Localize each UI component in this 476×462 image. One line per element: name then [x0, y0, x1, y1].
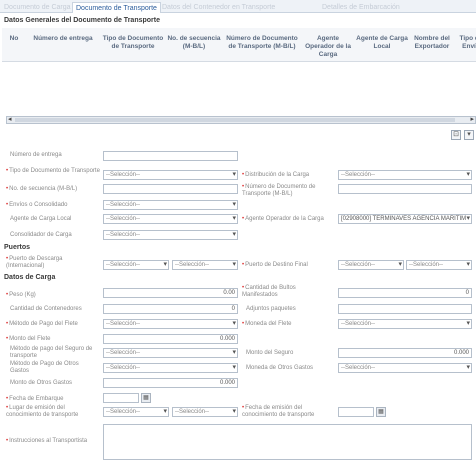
label-fecha-embarque: •Fecha de Embarque: [6, 396, 64, 402]
lugar-emision-select[interactable]: --Selección--: [172, 407, 238, 417]
numero-entrega-input[interactable]: [103, 151, 238, 161]
carga-title: Datos de Carga: [4, 274, 56, 281]
grid-header: No Número de entrega Tipo de Documento d…: [2, 28, 476, 62]
peso-input[interactable]: 0.00: [103, 288, 238, 298]
puerto-descarga-select[interactable]: --Selección--: [172, 260, 238, 270]
label-otros-gastos: Método de Pago de Otros Gastos: [10, 361, 79, 374]
lugar-emision-pais-select[interactable]: --Selección--: [103, 407, 169, 417]
label-fecha-emision: •Fecha de emisión del conocimiento de tr…: [242, 405, 315, 418]
label-distribucion: •Distribución de la Carga: [242, 172, 310, 178]
label-contenedores: Cantidad de Contenedores: [10, 306, 82, 312]
tab-contenedor-transporte[interactable]: Datos del Contenedor en Transporte: [162, 2, 275, 13]
bultos-input[interactable]: 0: [338, 288, 472, 298]
label-tipo-documento: •Tipo de Documento de Transporte: [6, 168, 100, 174]
puerto-descarga-pais-select[interactable]: --Selección--: [103, 260, 169, 270]
label-numero-documento: •Número de Documento de Transporte (M-B/…: [242, 184, 316, 197]
label-consolidador: Consolidador de Carga: [10, 232, 72, 238]
label-adjuntos: Adjuntos paquetes: [246, 306, 296, 312]
col-tipo-envio: Tipo de Envío: [459, 35, 476, 50]
secuencia-input[interactable]: [103, 184, 238, 194]
tab-detalles-embarcacion[interactable]: Detalles de Embarcación: [322, 2, 400, 13]
col-agente-local: Agente de Carga Local: [356, 35, 408, 50]
scroll-thumb[interactable]: [15, 118, 455, 122]
consolidador-select[interactable]: --Selección--: [103, 230, 238, 240]
label-lugar-emision: •Lugar de emisión del conocimiento de tr…: [6, 405, 79, 418]
label-moneda-otros: Moneda de Otros Gastos: [246, 365, 314, 371]
adjuntos-input[interactable]: [338, 304, 472, 314]
puerto-destino-pais-select[interactable]: --Selección--: [338, 260, 404, 270]
col-tipo-documento: Tipo de Documento de Transporte: [102, 35, 164, 50]
numero-documento-input[interactable]: [338, 184, 472, 194]
moneda-flete-select[interactable]: --Selección--: [338, 319, 472, 329]
fecha-embarque-input[interactable]: [103, 393, 139, 403]
scroll-left-icon[interactable]: ◂: [8, 116, 12, 124]
label-instrucciones: •Instrucciones al Transportista: [6, 438, 88, 444]
col-numero-documento: Número de Documento de Transporte (M-B/L…: [226, 35, 298, 50]
moneda-otros-select[interactable]: --Selección--: [338, 363, 472, 373]
puerto-destino-select[interactable]: --Selección--: [406, 260, 472, 270]
label-agente-operador: •Agente Operador de la Carga: [242, 216, 324, 222]
label-agente-local: Agente de Carga Local: [10, 216, 72, 222]
instrucciones-textarea[interactable]: [103, 424, 472, 460]
label-metodo-flete: •Método de Pago del Flete: [6, 321, 78, 327]
label-monto-flete: •Monto del Flete: [6, 336, 51, 342]
label-bultos: •Cantidad de Bultos Manifestados: [242, 285, 296, 298]
col-no: No: [9, 35, 19, 42]
label-puerto-destino: •Puerto de Destino Final: [242, 262, 308, 268]
grid-scrollbar[interactable]: ◂ ▸: [6, 116, 476, 124]
calendar-icon[interactable]: ▦: [376, 407, 386, 417]
scroll-right-icon[interactable]: ▸: [470, 116, 474, 124]
label-monto-otros: Monto de Otros Gastos: [10, 380, 73, 386]
grid-edit-icon[interactable]: ⊡: [451, 130, 461, 140]
col-exportador: Nombre del Exportador: [414, 35, 450, 50]
col-numero-entrega: Número de entrega: [33, 35, 93, 42]
monto-flete-input[interactable]: 0.000: [103, 334, 238, 344]
distribucion-select[interactable]: --Selección--: [338, 170, 472, 180]
col-agente-operador: Agente Operador de la Carga: [305, 35, 351, 58]
section-title: Datos Generales del Documento de Transpo…: [4, 17, 160, 24]
otros-gastos-select[interactable]: --Selección--: [103, 363, 238, 373]
seguro-select[interactable]: --Selección--: [103, 348, 238, 358]
monto-seguro-input[interactable]: 0.000: [338, 348, 472, 358]
tipo-documento-select[interactable]: --Selección--: [103, 170, 238, 180]
label-secuencia: •No. de secuencia (M-B/L): [6, 186, 78, 192]
grid-menu-icon[interactable]: ▾: [464, 130, 474, 140]
tab-bar: Documento de Carga Documento de Transpor…: [0, 0, 476, 13]
monto-otros-input[interactable]: 0.000: [103, 378, 238, 388]
label-envios: •Envíos o Consolidado: [6, 202, 68, 208]
agente-operador-select[interactable]: [02908000] TERMINAVES AGENCIA MARITIM: [338, 214, 472, 224]
col-secuencia: No. de secuencia (M-B/L): [167, 35, 221, 50]
fecha-emision-input[interactable]: [338, 407, 374, 417]
calendar-icon[interactable]: ▦: [141, 393, 151, 403]
label-peso: •Peso (Kg): [6, 292, 36, 298]
puertos-title: Puertos: [4, 244, 31, 251]
label-puerto-descarga: •Puerto de Descarga (Internacional): [6, 256, 63, 269]
metodo-flete-select[interactable]: --Selección--: [103, 319, 238, 329]
agente-local-select[interactable]: --Selección--: [103, 214, 238, 224]
contenedores-input[interactable]: 0: [103, 304, 238, 314]
tab-documento-carga[interactable]: Documento de Carga: [4, 2, 71, 13]
label-numero-entrega: Número de entrega: [10, 152, 62, 158]
label-monto-seguro: Monto del Seguro: [246, 350, 294, 356]
envios-select[interactable]: --Selección--: [103, 200, 238, 210]
tab-documento-transporte[interactable]: Documento de Transporte: [72, 2, 161, 13]
label-seguro: Método de pago del Seguro de transporte: [10, 346, 93, 359]
label-moneda-flete: •Moneda del Flete: [242, 321, 292, 327]
